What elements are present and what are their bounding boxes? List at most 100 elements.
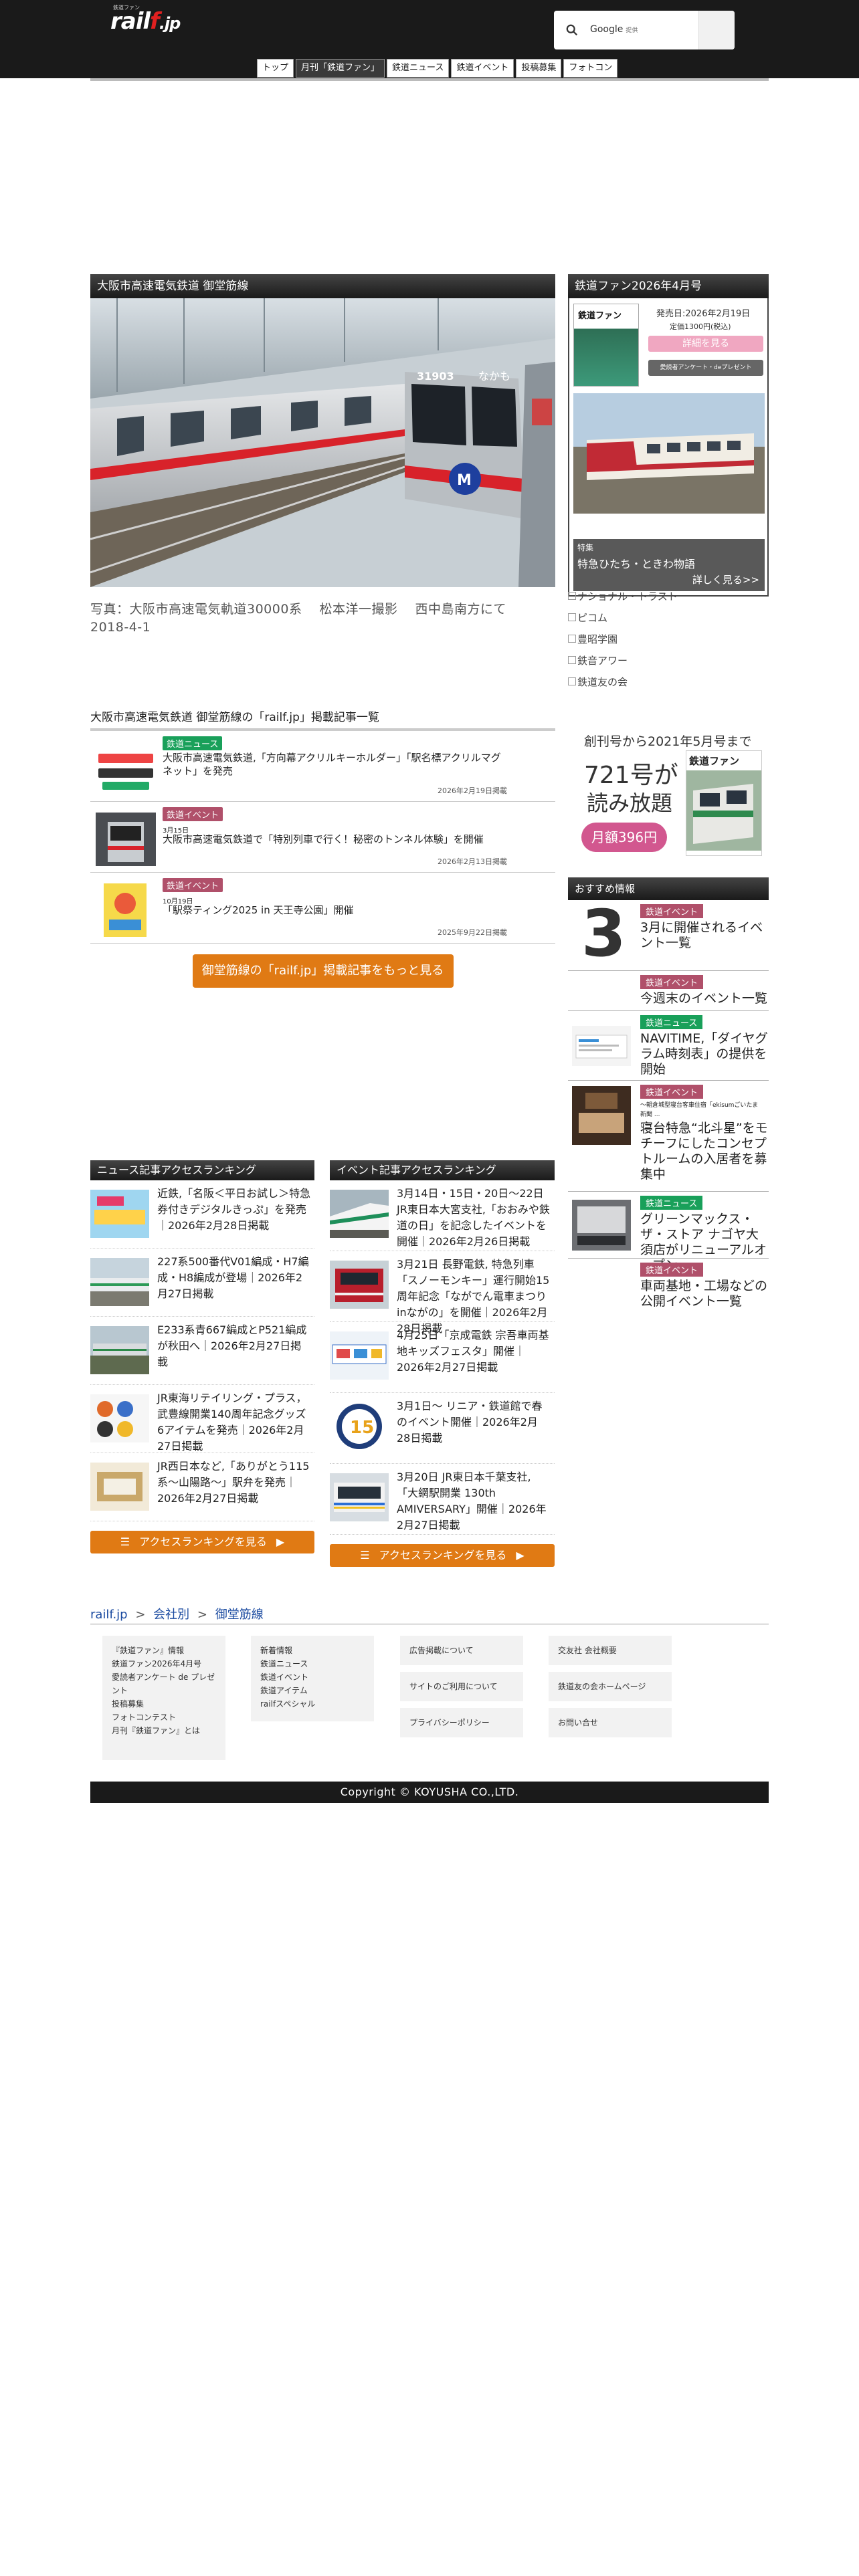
article-title[interactable]: 「駅祭ティング2025 in 天王寺公園」開催 bbox=[163, 903, 510, 917]
ranking-item[interactable]: JR西日本など,「ありがとう115系〜山陽路〜」駅弁を発売｜2026年2月27日… bbox=[90, 1453, 314, 1521]
list-item[interactable]: 鉄道ニュース 大阪市高速電気鉄道,「方向幕アクリルキーホルダー」「駅名標アクリル… bbox=[90, 731, 555, 802]
magazine-cover[interactable]: 鉄道ファン bbox=[573, 304, 639, 387]
footer-link[interactable]: 投稿募集 bbox=[112, 1697, 216, 1711]
footer-link[interactable]: 鉄道ニュース bbox=[260, 1657, 365, 1671]
feature-train-illustration bbox=[573, 393, 765, 514]
ranking-item[interactable]: 3月14日・15日・20日〜22日 JR東日本大宮支社,「おおみや鉄道の日」を記… bbox=[330, 1180, 555, 1251]
footer-link[interactable]: 愛読者アンケート de プレゼント bbox=[112, 1671, 216, 1697]
footer-link[interactable]: サイトのご利用について bbox=[400, 1672, 523, 1701]
nav-event[interactable]: 鉄道イベント bbox=[451, 59, 514, 78]
ranking-item[interactable]: 3月21日 長野電鉄, 特急列車「スノーモンキー」運行開始15周年記念「ながでん… bbox=[330, 1251, 555, 1335]
news-ranking-button[interactable]: ☰ アクセスランキングを見る ▶ bbox=[90, 1531, 314, 1553]
article-title[interactable]: 大阪市高速電気鉄道で「特別列車で行く！秘密のトンネル体験」を開催 bbox=[163, 833, 510, 846]
feature-caption[interactable]: 特集 特急ひたち・ときわ物語 詳しく見る>> bbox=[573, 539, 765, 591]
footer-link[interactable]: 鉄道ファン2026年4月号 bbox=[112, 1657, 216, 1671]
footer-link[interactable]: 『鉄道ファン』情報 bbox=[112, 1644, 216, 1657]
event-ranking-button[interactable]: ☰ アクセスランキングを見る ▶ bbox=[330, 1544, 555, 1567]
footer-link[interactable]: 鉄道アイテム bbox=[260, 1684, 365, 1697]
more-articles-button[interactable]: 御堂筋線の「railf.jp」掲載記事をもっと見る bbox=[192, 954, 454, 988]
footer-link[interactable]: 新着情報 bbox=[260, 1644, 365, 1657]
magazine-detail-button[interactable]: 詳細を見る bbox=[648, 336, 763, 352]
list-item[interactable]: 鉄道ニュース NAVITIME,「ダイヤグラム時刻表」の提供を開始 bbox=[568, 1011, 769, 1081]
footer-link[interactable]: 広告掲載について bbox=[400, 1636, 523, 1665]
category-tag[interactable]: 鉄道ニュース bbox=[163, 736, 223, 750]
list-item[interactable]: 鉄道イベント 10月19日 「駅祭ティング2025 in 天王寺公園」開催 20… bbox=[90, 873, 555, 944]
footer-link[interactable]: railfスペシャル bbox=[260, 1697, 365, 1711]
survey-button[interactable]: 愛読者アンケート・deプレゼント bbox=[648, 360, 763, 376]
list-icon: ☰ bbox=[120, 1535, 130, 1548]
chevron-right-icon: ▶ bbox=[276, 1535, 285, 1548]
ranking-item[interactable]: JR東海リテイリング・プラス，武豊線開業140周年記念グッズ6アイテムを発売｜2… bbox=[90, 1385, 314, 1453]
site-logo[interactable]: 鉄道ファン railf.jp bbox=[110, 4, 191, 33]
category-tag[interactable]: 鉄道イベント bbox=[640, 1085, 704, 1099]
footer-link[interactable]: 鉄道イベント bbox=[260, 1671, 365, 1684]
ranking-title[interactable]: 227系500番代V01編成・H7編成・H8編成が登場｜2026年2月27日掲載 bbox=[157, 1254, 311, 1302]
ranking-item[interactable]: 227系500番代V01編成・H7編成・H8編成が登場｜2026年2月27日掲載 bbox=[90, 1249, 314, 1317]
ranking-item[interactable]: 15 3月1日〜 リニア・鉄道館で春のイベント開催｜2026年2月28日掲載 bbox=[330, 1393, 555, 1464]
recommend-title[interactable]: 今週末のイベント一覧 bbox=[640, 991, 767, 1006]
footer-link[interactable]: 鉄道友の会ホームページ bbox=[549, 1672, 672, 1701]
sponsor-link[interactable]: ピコム bbox=[568, 607, 769, 629]
list-item[interactable]: 3 鉄道イベント 3月に開催されるイベント一覧 bbox=[568, 900, 769, 971]
footer-link[interactable]: フォトコンテスト bbox=[112, 1711, 216, 1724]
category-tag[interactable]: 鉄道ニュース bbox=[640, 1196, 703, 1210]
footer-link[interactable]: 月刊『鉄道ファン』とは bbox=[112, 1724, 216, 1737]
category-tag[interactable]: 鉄道ニュース bbox=[640, 1015, 703, 1029]
nav-submission[interactable]: 投稿募集 bbox=[516, 59, 562, 78]
ranking-title[interactable]: 3月20日 JR東日本千葉支社,「大網駅開業 130th AMIVERSARY」… bbox=[397, 1469, 551, 1533]
breadcrumb: railf.jp > 会社別 > 御堂筋線 bbox=[90, 1605, 264, 1622]
category-tag[interactable]: 鉄道イベント bbox=[640, 1263, 704, 1277]
feature-more-link[interactable]: 詳しく見る>> bbox=[692, 572, 759, 586]
list-item[interactable]: 鉄道ニュース グリーンマックス・ザ・ストア ナゴヤ大須店がリニューアルオープン bbox=[568, 1192, 769, 1273]
promo-price-button[interactable]: 月額396円 bbox=[581, 823, 667, 852]
ranking-item[interactable]: 4月25日「京成電鉄 宗吾車両基地キッズフェスタ」開催｜2026年2月27日掲載 bbox=[330, 1322, 555, 1393]
ranking-item[interactable]: 近鉄,「名阪＜平日お試し＞特急券付きデジタルきっぷ」を発売｜2026年2月28日… bbox=[90, 1180, 314, 1249]
article-thumbnail bbox=[104, 883, 147, 937]
footer-link[interactable]: プライバシーポリシー bbox=[400, 1708, 523, 1737]
sponsor-link[interactable]: ナショナル・トラスト bbox=[568, 586, 769, 607]
ranking-title[interactable]: E233系青667編成とP521編成が秋田へ｜2026年2月27日掲載 bbox=[157, 1322, 311, 1370]
category-tag[interactable]: 鉄道イベント bbox=[640, 975, 704, 989]
sponsor-link[interactable]: 鉄音アワー bbox=[568, 650, 769, 671]
sponsor-link[interactable]: 豊昭学園 bbox=[568, 629, 769, 650]
feature-image[interactable] bbox=[573, 393, 765, 514]
nav-photocon[interactable]: フォトコン bbox=[563, 59, 618, 78]
magazine-header[interactable]: 鉄道ファン2026年4月号 bbox=[568, 274, 769, 298]
footer-link[interactable]: お問い合せ bbox=[549, 1708, 672, 1737]
search-icon[interactable] bbox=[566, 24, 578, 36]
ranking-title[interactable]: 3月1日〜 リニア・鉄道館で春のイベント開催｜2026年2月28日掲載 bbox=[397, 1398, 551, 1446]
ranking-item[interactable]: E233系青667編成とP521編成が秋田へ｜2026年2月27日掲載 bbox=[90, 1317, 314, 1385]
ranking-title[interactable]: 4月25日「京成電鉄 宗吾車両基地キッズフェスタ」開催｜2026年2月27日掲載 bbox=[397, 1327, 551, 1376]
category-tag[interactable]: 鉄道イベント bbox=[640, 904, 704, 918]
nav-top[interactable]: トップ bbox=[257, 59, 294, 78]
list-item[interactable]: 鉄道イベント 今週末のイベント一覧 bbox=[568, 971, 769, 1011]
sponsor-link[interactable]: 鉄道友の会 bbox=[568, 671, 769, 693]
ranking-title[interactable]: 3月14日・15日・20日〜22日 JR東日本大宮支社,「おおみや鉄道の日」を記… bbox=[397, 1186, 555, 1250]
article-title[interactable]: 大阪市高速電気鉄道,「方向幕アクリルキーホルダー」「駅名標アクリルマグネット」を… bbox=[163, 751, 510, 778]
search-button[interactable] bbox=[698, 11, 735, 49]
list-item[interactable]: 鉄道イベント 車両基地・工場などの公開イベント一覧 bbox=[568, 1259, 769, 1312]
category-tag[interactable]: 鉄道イベント bbox=[163, 807, 223, 821]
footer-link[interactable]: 交友社 会社概要 bbox=[549, 1636, 672, 1665]
breadcrumb-current[interactable]: 御堂筋線 bbox=[215, 1608, 264, 1622]
search-box[interactable]: Google 提供 bbox=[554, 11, 735, 49]
list-item[interactable]: 鉄道イベント 3月15日 大阪市高速電気鉄道で「特別列車で行く！秘密のトンネル体… bbox=[90, 802, 555, 873]
search-input[interactable]: Google 提供 bbox=[590, 24, 638, 35]
nav-magazine[interactable]: 月刊「鉄道ファン」 bbox=[296, 59, 385, 78]
recommend-title[interactable]: NAVITIME,「ダイヤグラム時刻表」の提供を開始 bbox=[640, 1031, 769, 1077]
ranking-thumbnail bbox=[330, 1331, 389, 1380]
ranking-title[interactable]: 近鉄,「名阪＜平日お試し＞特急券付きデジタルきっぷ」を発売｜2026年2月28日… bbox=[157, 1186, 311, 1234]
train-photo-illustration: M 31903 なかも bbox=[90, 298, 555, 587]
recommend-title[interactable]: 寝台特急“北斗星”をモチーフにしたコンセプトルームの入居者を募集中 bbox=[640, 1121, 769, 1182]
breadcrumb-home[interactable]: railf.jp bbox=[90, 1608, 128, 1622]
ranking-item[interactable]: 3月20日 JR東日本千葉支社,「大網駅開業 130th AMIVERSARY」… bbox=[330, 1464, 555, 1535]
nav-news[interactable]: 鉄道ニュース bbox=[387, 59, 450, 78]
breadcrumb-company[interactable]: 会社別 bbox=[153, 1608, 189, 1622]
subscription-promo[interactable]: 創刊号から2021年5月号まで 721号が 読み放題 月額396円 鉄道ファン bbox=[568, 729, 769, 863]
ranking-title[interactable]: JR西日本など,「ありがとう115系〜山陽路〜」駅弁を発売｜2026年2月27日… bbox=[157, 1459, 311, 1507]
recommend-title[interactable]: 車両基地・工場などの公開イベント一覧 bbox=[640, 1279, 769, 1309]
recommend-title[interactable]: 3月に開催されるイベント一覧 bbox=[640, 920, 769, 951]
category-tag[interactable]: 鉄道イベント bbox=[163, 878, 223, 892]
ranking-title[interactable]: JR東海リテイリング・プラス，武豊線開業140周年記念グッズ6アイテムを発売｜2… bbox=[157, 1390, 311, 1455]
list-item[interactable]: 鉄道イベント 〜朝倉城型寝台客車住宿「ekisumごいたま新聞 ... 寝台特急… bbox=[568, 1081, 769, 1192]
